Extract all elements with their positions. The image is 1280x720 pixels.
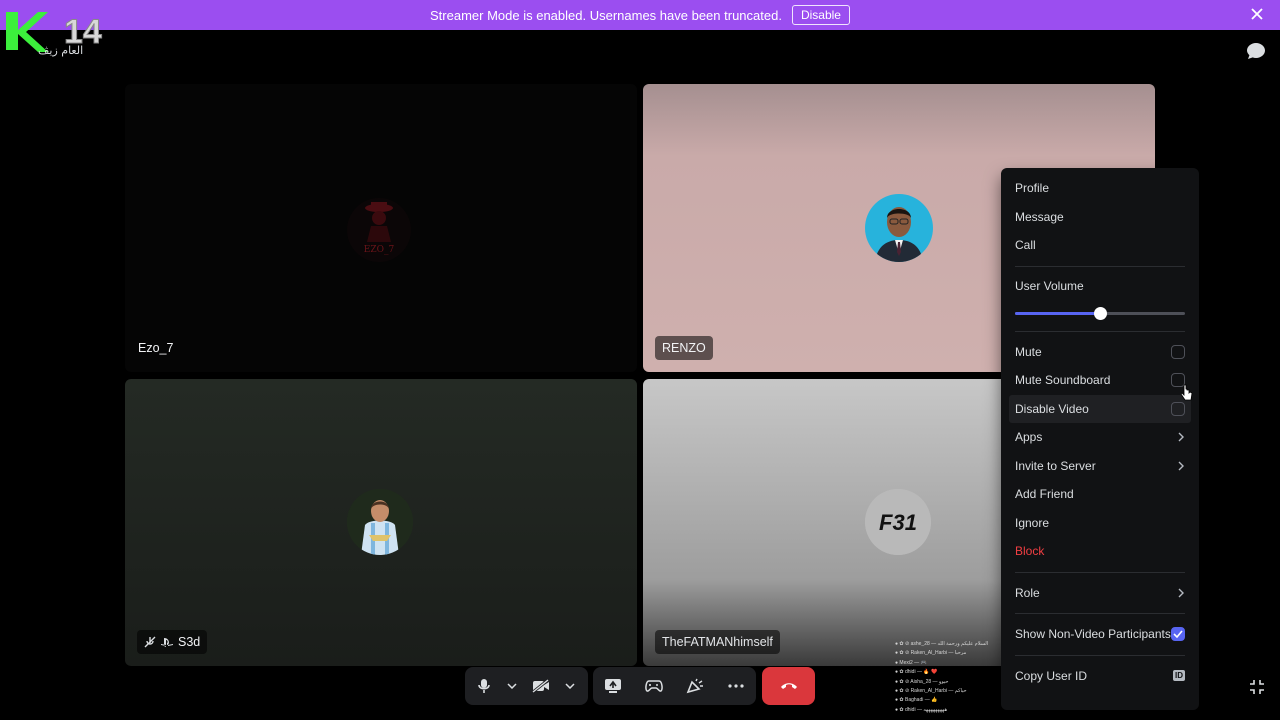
menu-item-disable-video[interactable]: Disable Video <box>1009 394 1191 423</box>
menu-item-block[interactable]: Block <box>1009 537 1191 566</box>
camera-off-icon <box>532 679 549 693</box>
activities-button[interactable] <box>635 667 673 705</box>
checkmark-icon <box>1173 630 1183 639</box>
phone-hangup-icon <box>780 683 797 689</box>
menu-item-role[interactable]: Role <box>1009 579 1191 608</box>
menu-item-label: Mute <box>1015 344 1042 359</box>
mute-checkbox[interactable] <box>1171 344 1185 359</box>
banner-message: Streamer Mode is enabled. Usernames have… <box>430 7 782 23</box>
close-icon[interactable] <box>1250 7 1264 21</box>
menu-item-label: Ignore <box>1015 515 1050 530</box>
menu-item-copy-user-id[interactable]: Copy User ID ID <box>1009 662 1191 691</box>
chevron-right-icon <box>1178 588 1184 598</box>
menu-item-label: Invite to Server <box>1015 458 1096 473</box>
menu-item-label: Mute Soundboard <box>1015 373 1111 388</box>
more-icon <box>728 684 744 688</box>
video-tile-s3d[interactable]: S3d <box>125 379 637 666</box>
user-volume-slider[interactable] <box>1015 305 1185 321</box>
chevron-right-icon <box>1178 461 1184 471</box>
soundboard-button[interactable] <box>676 667 714 705</box>
menu-item-profile[interactable]: Profile <box>1009 174 1191 203</box>
gamepad-icon <box>645 680 663 692</box>
menu-item-label: Apps <box>1015 430 1043 445</box>
chevron-down-icon <box>507 683 517 689</box>
chevron-down-icon <box>565 683 575 689</box>
user-volume: User Volume <box>1009 273 1191 325</box>
channel-label: العام زيڤ <box>38 44 84 57</box>
menu-item-label: Block <box>1015 544 1045 559</box>
menu-item-label: Role <box>1015 585 1040 600</box>
menu-item-label: Disable Video <box>1015 401 1089 416</box>
playstation-icon <box>161 638 173 647</box>
menu-item-label: Call <box>1015 238 1036 253</box>
camera-button[interactable] <box>521 667 561 705</box>
menu-item-add-friend[interactable]: Add Friend <box>1009 480 1191 509</box>
id-icon: ID <box>1173 670 1185 682</box>
microphone-button[interactable] <box>465 667 503 705</box>
video-tile-ezo[interactable]: EZO_7 Ezo_7 <box>125 84 637 372</box>
participant-name-tag: S3d <box>137 630 208 654</box>
menu-item-call[interactable]: Call <box>1009 231 1191 260</box>
more-options-button[interactable] <box>717 667 755 705</box>
microphone-options-button[interactable] <box>503 667 521 705</box>
participant-name: RENZO <box>655 336 713 360</box>
muted-icon <box>144 636 156 648</box>
menu-item-message[interactable]: Message <box>1009 203 1191 232</box>
share-screen-button[interactable] <box>594 667 632 705</box>
menu-item-label: Copy User ID <box>1015 668 1088 683</box>
disconnect-button[interactable] <box>762 667 815 705</box>
camera-options-button[interactable] <box>561 667 579 705</box>
disable-video-checkbox[interactable] <box>1171 401 1185 416</box>
user-context-menu: Profile Message Call User Volume Mute Mu… <box>1001 168 1199 710</box>
audio-video-controls <box>465 667 588 705</box>
share-screen-icon <box>605 679 622 693</box>
slider-fill <box>1015 311 1100 315</box>
menu-separator <box>1015 330 1185 332</box>
chevron-right-icon <box>1178 432 1184 442</box>
menu-item-label: Show Non-Video Participants <box>1015 627 1171 642</box>
participant-name: S3d <box>178 635 201 649</box>
participant-name: Ezo_7 <box>138 341 174 355</box>
show-non-video-checkbox[interactable] <box>1171 627 1185 642</box>
avatar-text: F31 <box>879 510 917 535</box>
mouse-cursor-icon <box>1181 384 1193 401</box>
menu-item-show-non-video[interactable]: Show Non-Video Participants <box>1009 620 1191 649</box>
user-volume-label: User Volume <box>1015 278 1084 293</box>
avatar: EZO_7 <box>347 198 411 262</box>
chat-bubble-icon[interactable] <box>1246 42 1266 60</box>
avatar-text: EZO_7 <box>364 245 395 255</box>
activity-controls <box>593 667 756 705</box>
menu-item-apps[interactable]: Apps <box>1009 423 1191 452</box>
slider-knob[interactable] <box>1094 306 1107 320</box>
menu-item-label: Message <box>1015 209 1064 224</box>
soundboard-icon <box>686 678 703 694</box>
menu-item-mute[interactable]: Mute <box>1009 338 1191 367</box>
avatar <box>865 194 933 262</box>
menu-separator <box>1015 265 1185 267</box>
microphone-icon <box>478 679 490 693</box>
avatar <box>347 489 413 555</box>
avatar: F31 <box>865 489 931 555</box>
menu-item-label: Profile <box>1015 181 1050 196</box>
menu-item-mute-soundboard[interactable]: Mute Soundboard <box>1009 366 1191 395</box>
streamer-mode-banner: Streamer Mode is enabled. Usernames have… <box>0 0 1280 30</box>
exit-fullscreen-icon[interactable] <box>1248 678 1266 696</box>
menu-item-invite-to-server[interactable]: Invite to Server <box>1009 452 1191 481</box>
menu-separator <box>1015 571 1185 573</box>
menu-separator <box>1015 654 1185 656</box>
menu-item-label: Add Friend <box>1015 487 1074 502</box>
participant-name: TheFATMANhimself <box>655 630 780 654</box>
disable-streamer-mode-button[interactable]: Disable <box>791 5 850 25</box>
menu-item-ignore[interactable]: Ignore <box>1009 509 1191 538</box>
menu-separator <box>1015 613 1185 614</box>
